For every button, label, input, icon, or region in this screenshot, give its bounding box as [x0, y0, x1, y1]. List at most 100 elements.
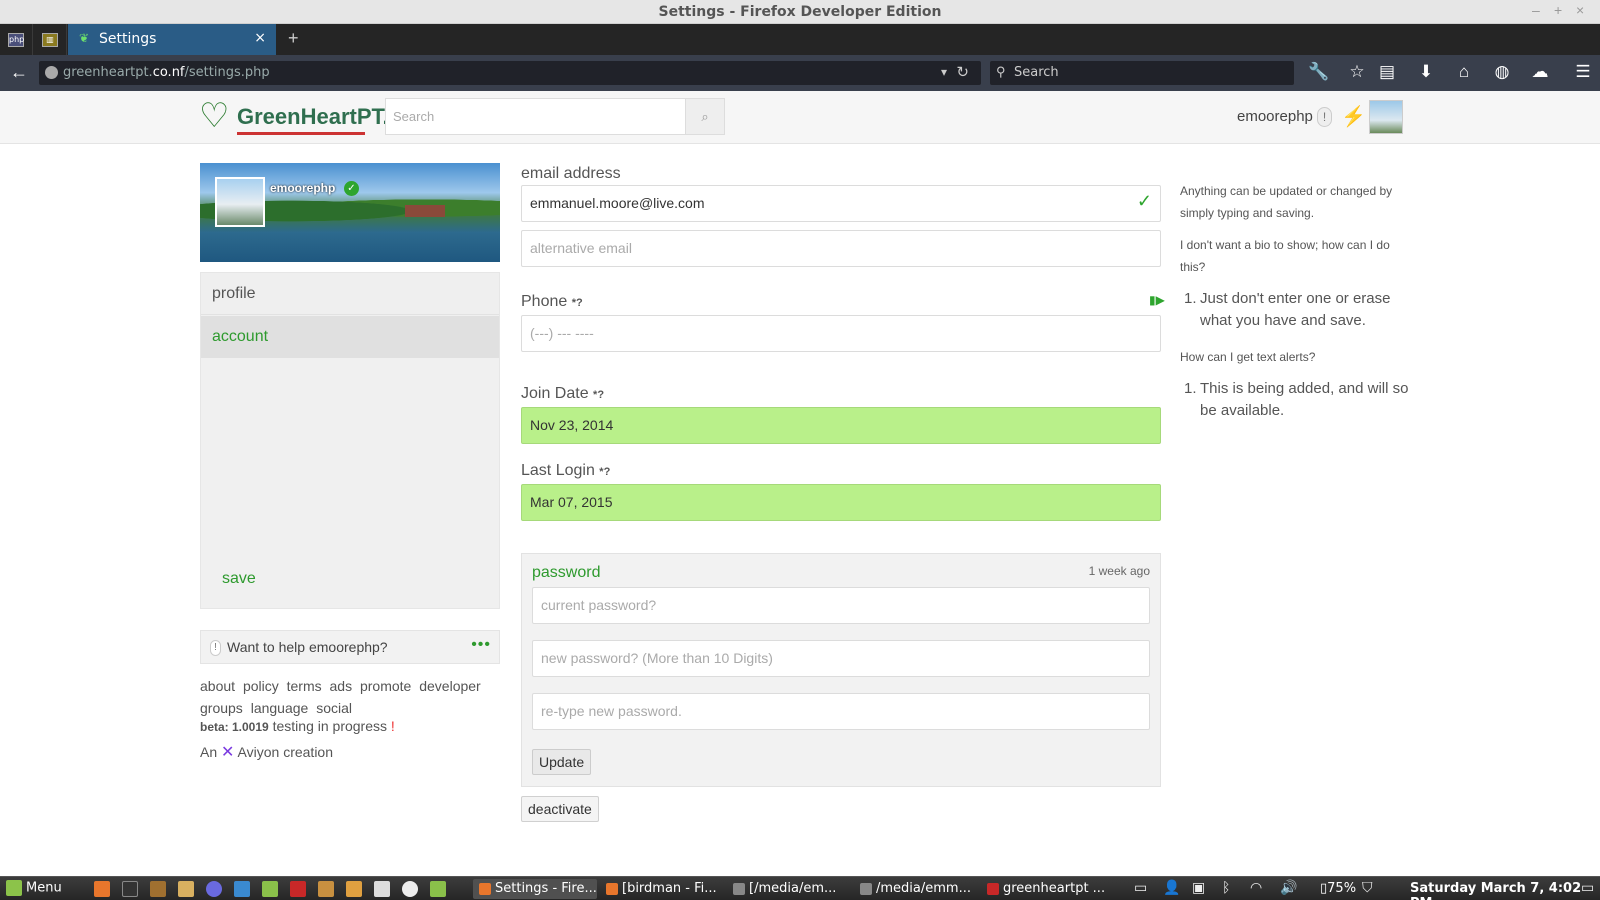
profile-name[interactable]: emoorephp — [270, 181, 335, 195]
maximize-button[interactable]: + — [1554, 2, 1562, 18]
site-logo[interactable]: ♡ GreenHeartPT. — [199, 98, 389, 138]
php-icon: php — [8, 32, 24, 47]
footer-link-developer[interactable]: developer — [419, 678, 481, 694]
star-icon[interactable]: ☆ — [1346, 62, 1368, 82]
password-panel: password 1 week ago current password? ne… — [521, 553, 1161, 787]
taskbar-task-settings[interactable]: Settings - Fire... — [473, 879, 597, 899]
last-login-required-hint[interactable]: *? — [599, 466, 610, 478]
current-password-field[interactable]: current password? — [532, 587, 1150, 624]
update-password-button[interactable]: Update — [532, 749, 592, 775]
pinned-tab-php[interactable]: php — [0, 24, 33, 55]
shield-icon[interactable]: ⛉ — [1362, 880, 1373, 896]
volume-icon[interactable]: 🔊 — [1280, 880, 1297, 896]
pinned-tab-stats[interactable]: ▥ — [34, 24, 67, 55]
taskbar-task-media-2[interactable]: /media/emm... — [854, 879, 978, 899]
new-password-placeholder: new password? (More than 10 Digits) — [541, 650, 773, 666]
header-username[interactable]: emoorephp — [1237, 108, 1313, 125]
deactivate-button[interactable]: deactivate — [521, 796, 599, 822]
footer-link-promote[interactable]: promote — [360, 678, 411, 694]
phone-status-icon: ▮▶ — [1149, 293, 1165, 307]
user-icon[interactable]: 👤 — [1163, 880, 1180, 896]
clock[interactable]: Saturday March 7, 4:02 PM — [1410, 881, 1600, 900]
profile-avatar[interactable] — [215, 177, 265, 227]
update-manager-icon[interactable]: ▣ — [1192, 880, 1205, 896]
globe-icon[interactable]: ◍ — [1491, 62, 1513, 82]
site-search-button[interactable]: ⌕ — [685, 98, 725, 135]
last-login-field: Mar 07, 2015 — [521, 484, 1161, 521]
archive-launcher-icon[interactable] — [318, 881, 334, 897]
wifi-icon[interactable]: ◠ — [1250, 880, 1262, 896]
faq-question-alerts: How can I get text alerts? — [1180, 350, 1316, 364]
files-launcher-icon[interactable] — [150, 881, 166, 897]
firefox-icon — [479, 882, 491, 895]
credit-text[interactable]: Aviyon creation — [234, 744, 333, 760]
join-date-required-hint[interactable]: *? — [593, 389, 604, 401]
footer-link-groups[interactable]: groups — [200, 700, 243, 716]
nav-toolbar: ← greenheartpt.co.nf/settings.php ▾ ↻ ⚲ … — [0, 55, 1600, 91]
wrench-icon[interactable]: 🔧 — [1308, 62, 1330, 82]
browser-launcher-icon[interactable] — [206, 881, 222, 897]
tab-settings[interactable]: ❦ Settings × — [68, 24, 276, 55]
notification-alert-icon[interactable]: ! — [1317, 107, 1332, 127]
taskbar-task-greenheartpt[interactable]: greenheartpt ... — [981, 879, 1105, 899]
footer-link-ads[interactable]: ads — [330, 678, 353, 694]
bluetooth-icon[interactable]: ᛒ — [1222, 880, 1230, 896]
footer-link-social[interactable]: social — [316, 700, 352, 716]
close-tab-icon[interactable]: × — [254, 30, 266, 46]
writer-launcher-icon[interactable] — [234, 881, 250, 897]
alternative-email-field[interactable]: alternative email — [521, 230, 1161, 267]
text-editor-launcher-icon[interactable] — [178, 881, 194, 897]
phone-required-hint[interactable]: *? — [572, 297, 583, 309]
sidebar-item-profile[interactable]: profile — [201, 273, 499, 315]
footer-link-policy[interactable]: policy — [243, 678, 279, 694]
email-value: emmanuel.moore@live.com — [530, 195, 705, 211]
start-menu-button[interactable]: Menu — [6, 880, 62, 896]
document-launcher-icon[interactable] — [374, 881, 390, 897]
notification-tray-icon[interactable]: ▭ — [1581, 880, 1594, 896]
new-password-field[interactable]: new password? (More than 10 Digits) — [532, 640, 1150, 677]
disc-launcher-icon[interactable] — [402, 881, 418, 897]
retype-password-field[interactable]: re-type new password. — [532, 693, 1150, 730]
new-tab-button[interactable]: + — [288, 28, 299, 49]
sidebar-item-account[interactable]: account — [201, 316, 499, 358]
site-identity-icon[interactable] — [45, 66, 58, 79]
reload-icon[interactable]: ↻ — [956, 63, 969, 81]
current-password-placeholder: current password? — [541, 597, 657, 613]
chat-icon[interactable]: ☁ — [1529, 62, 1551, 82]
taskbar-task-media-1[interactable]: [/media/em... — [727, 879, 851, 899]
back-button[interactable]: ← — [10, 62, 28, 83]
folder-launcher-icon[interactable] — [262, 881, 278, 897]
footer-link-about[interactable]: about — [200, 678, 235, 694]
join-date-value: Nov 23, 2014 — [530, 417, 614, 433]
help-box[interactable]: ! Want to help emoorephp? ••• — [200, 630, 500, 664]
bolt-icon[interactable]: ⚡ — [1341, 104, 1366, 129]
join-date-field: Nov 23, 2014 — [521, 407, 1161, 444]
header-avatar[interactable] — [1369, 100, 1403, 134]
download-icon[interactable]: ⬇ — [1415, 62, 1437, 82]
email-field[interactable]: emmanuel.moore@live.com ✓ — [521, 185, 1161, 222]
firefox-launcher-icon[interactable] — [94, 881, 110, 897]
browser-search-input[interactable]: ⚲ Search — [990, 61, 1294, 85]
footer-link-language[interactable]: language — [251, 700, 309, 716]
url-history-dropdown-icon[interactable]: ▾ — [941, 65, 947, 79]
taskbar-task-birdman[interactable]: [birdman - Fi... — [600, 879, 724, 899]
help-text: Want to help emoorephp? — [227, 639, 388, 655]
phone-field[interactable]: (---) --- ---- — [521, 315, 1161, 352]
home-icon[interactable]: ⌂ — [1453, 62, 1475, 82]
clipboard-icon[interactable]: ▤ — [1376, 62, 1398, 82]
url-bar[interactable]: greenheartpt.co.nf/settings.php ▾ ↻ — [39, 61, 981, 85]
battery-indicator[interactable]: ▯75% — [1320, 881, 1356, 896]
save-button[interactable]: save — [222, 570, 256, 588]
minimize-button[interactable]: – — [1532, 2, 1540, 18]
app-launcher-icon[interactable] — [430, 881, 446, 897]
hamburger-icon[interactable]: ☰ — [1572, 62, 1594, 82]
workspace-icon[interactable]: ▭ — [1134, 880, 1147, 896]
terminal-launcher-icon[interactable] — [122, 881, 138, 897]
close-window-button[interactable]: × — [1576, 2, 1584, 18]
footer-link-terms[interactable]: terms — [287, 678, 322, 694]
firefox-icon — [606, 882, 618, 895]
site-search-input[interactable]: Search — [385, 98, 686, 135]
more-dots-icon[interactable]: ••• — [471, 636, 491, 654]
filezilla-launcher-icon[interactable] — [290, 881, 306, 897]
image-launcher-icon[interactable] — [346, 881, 362, 897]
